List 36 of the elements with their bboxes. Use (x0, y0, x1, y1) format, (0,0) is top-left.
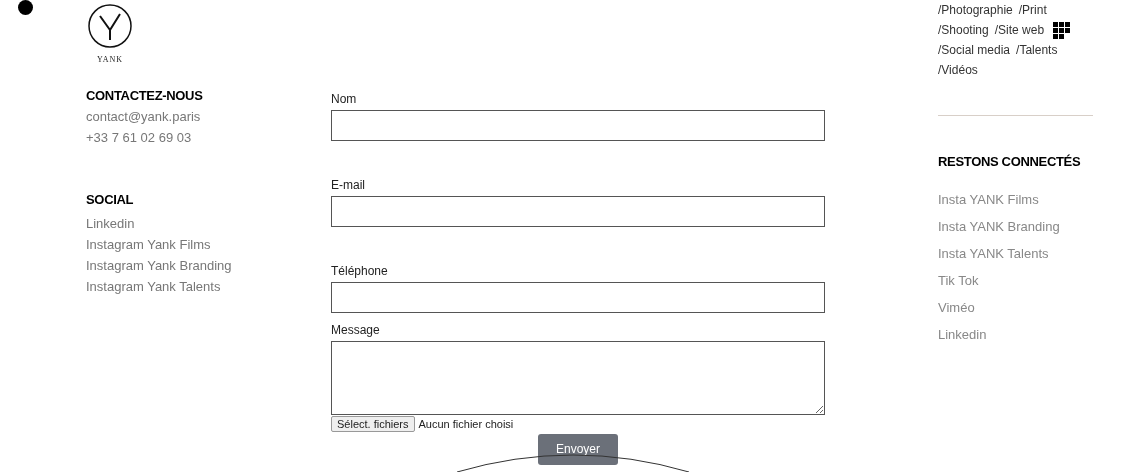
social-link[interactable]: Insta YANK Films (938, 185, 1039, 213)
tag-link[interactable]: /Photographie (938, 0, 1013, 20)
logo-wordmark: YANK (96, 54, 124, 66)
social-link[interactable]: Instagram Yank Branding (86, 255, 232, 276)
social-link[interactable]: Tik Tok (938, 266, 979, 294)
social-link[interactable]: Linkedin (86, 213, 135, 234)
section-heading: SOCIAL (86, 190, 135, 209)
tag-link[interactable]: /Print (1018, 0, 1047, 20)
logo-icon (86, 4, 134, 48)
contact-text: contact@yank.paris (86, 107, 201, 126)
tag-link[interactable]: /Shooting (938, 20, 989, 40)
field-label: E-mail (331, 177, 365, 194)
field-label: Message (331, 322, 380, 339)
message-field[interactable] (331, 341, 825, 415)
social-link[interactable]: Viméo (938, 293, 975, 321)
social-link[interactable]: Instagram Yank Films (86, 234, 211, 255)
file-select-button[interactable]: Sélect. fichiers (331, 416, 415, 433)
input-field[interactable] (331, 196, 825, 227)
section-heading: CONTACTEZ-NOUS (86, 87, 204, 105)
social-link[interactable]: Linkedin (938, 320, 987, 348)
social-link[interactable]: Insta YANK Talents (938, 239, 1049, 267)
tag-link[interactable]: /Talents (1016, 40, 1058, 60)
contact-text: +33 7 61 02 69 03 (86, 128, 192, 147)
input-field[interactable] (331, 282, 825, 313)
submit-button[interactable]: Envoyer (538, 433, 618, 465)
social-link[interactable]: Insta YANK Branding (938, 212, 1060, 240)
input-field[interactable] (331, 110, 825, 141)
field-label: Nom (331, 91, 357, 108)
section-heading: RESTONS CONNECTÉS (938, 153, 1082, 171)
field-label: Téléphone (331, 263, 388, 280)
tag-link[interactable]: /Social media (938, 40, 1011, 60)
tag-link[interactable]: /Site web (994, 20, 1045, 40)
file-status: Aucun fichier choisi (418, 417, 514, 432)
tag-link[interactable]: /Vidéos (938, 60, 978, 80)
social-link[interactable]: Instagram Yank Talents (86, 276, 221, 297)
grid-icon (1053, 22, 1071, 40)
